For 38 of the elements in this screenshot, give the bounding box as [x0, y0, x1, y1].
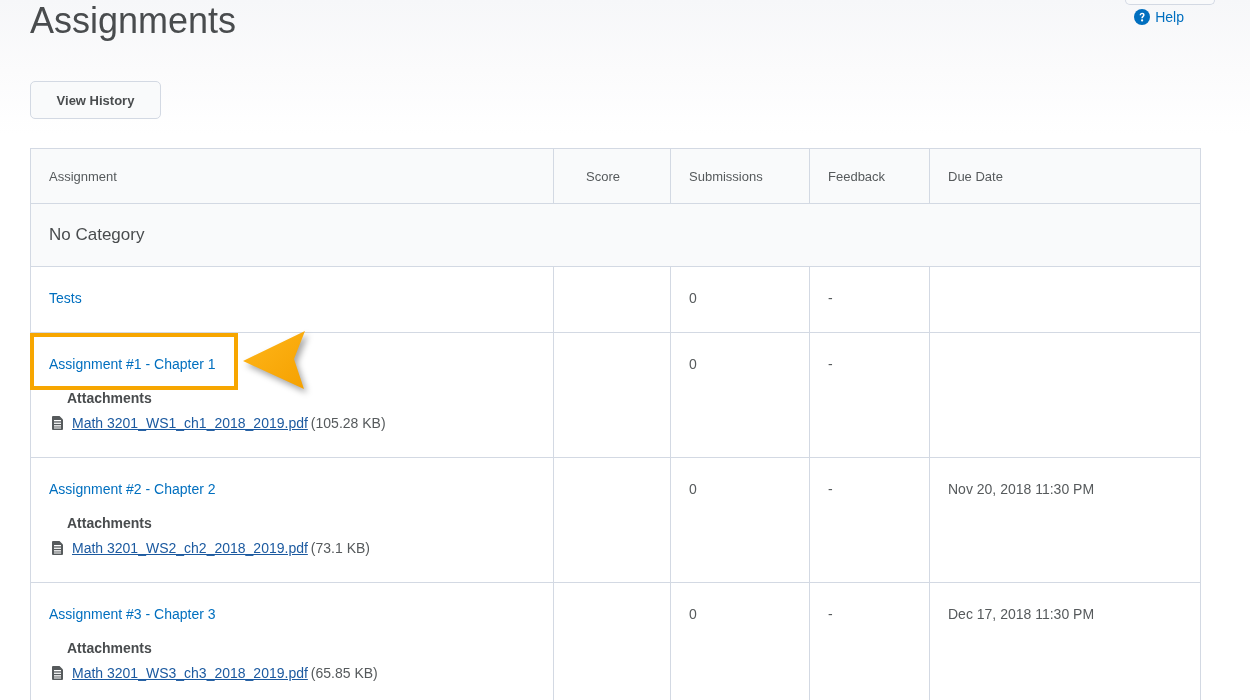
submissions-count: 0 — [689, 606, 697, 622]
file-size: (65.85 KB) — [310, 664, 378, 683]
file-link[interactable]: Math 3201_WS1_ch1_2018_2019.pdf — [72, 413, 308, 433]
column-header: Assignment — [30, 148, 554, 204]
file-link[interactable]: Math 3201_WS2_ch2_2018_2019.pdf — [72, 538, 308, 558]
view-history-button[interactable]: View History — [30, 81, 161, 119]
feedback-value: - — [828, 481, 833, 497]
document-icon — [52, 541, 63, 555]
feedback-value: - — [828, 356, 833, 372]
submissions-count: 0 — [689, 290, 697, 306]
submissions-count: 0 — [689, 356, 697, 372]
help-icon — [1134, 9, 1151, 25]
assignment-link[interactable]: Assignment #1 - Chapter 1 — [49, 354, 216, 374]
due-date: Dec 17, 2018 11:30 PM — [948, 606, 1095, 622]
page-title: Assignments — [30, 3, 237, 39]
column-header: Score — [553, 148, 671, 204]
help-link[interactable]: Help — [1134, 8, 1184, 26]
due-date: Nov 20, 2018 11:30 PM — [948, 481, 1095, 497]
document-icon — [52, 416, 63, 430]
document-icon — [52, 666, 63, 680]
submissions-count: 0 — [689, 481, 697, 497]
column-header: Feedback — [809, 148, 930, 204]
file-size: (105.28 KB) — [310, 414, 386, 433]
attachments-label: Attachments — [67, 389, 152, 408]
file-size: (73.1 KB) — [310, 539, 370, 558]
column-header: Submissions — [670, 148, 810, 204]
category-label: No Category — [30, 203, 1201, 267]
feedback-value: - — [828, 606, 833, 622]
feedback-value: - — [828, 290, 833, 306]
assignment-link[interactable]: Tests — [49, 288, 82, 308]
column-header: Due Date — [929, 148, 1201, 204]
file-link[interactable]: Math 3201_WS3_ch3_2018_2019.pdf — [72, 663, 308, 683]
cut-off-button[interactable] — [1125, 0, 1215, 5]
attachments-label: Attachments — [67, 514, 152, 533]
assignment-link[interactable]: Assignment #2 - Chapter 2 — [49, 479, 216, 499]
attachments-label: Attachments — [67, 639, 152, 658]
callout-arrow — [243, 331, 307, 389]
assignment-link[interactable]: Assignment #3 - Chapter 3 — [49, 604, 216, 624]
